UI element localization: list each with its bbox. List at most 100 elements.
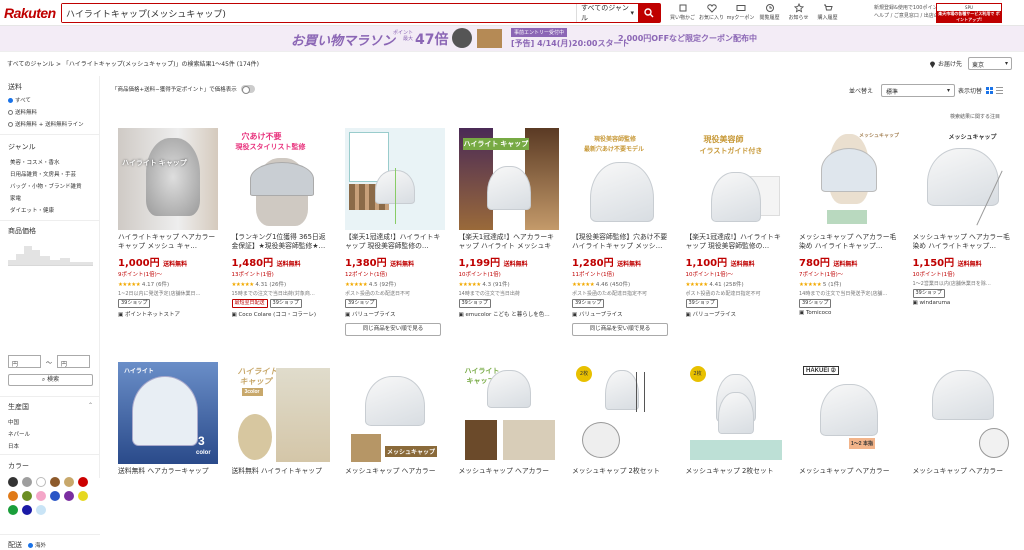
product-thumbnail[interactable]	[345, 128, 445, 230]
product-thumbnail[interactable]: 現役美容師監修 最新穴あけ不要モデル	[572, 128, 672, 230]
color-swatch[interactable]	[64, 491, 74, 501]
shipping-option-freeline[interactable]: 送料無料 + 送料無料ライン	[8, 120, 84, 128]
product-card[interactable]: メッシュキャップ ヘアカラー	[912, 362, 1013, 485]
color-swatch[interactable]	[8, 491, 18, 501]
product-title[interactable]: メッシュキャップ 2枚セット	[686, 467, 786, 485]
header-icon-favorite[interactable]: お気に入り	[697, 2, 726, 21]
color-swatch[interactable]	[50, 491, 60, 501]
product-title[interactable]: 【楽天1冠達成!】ハイライトキャップ 現役美容師監修の…	[345, 233, 445, 251]
product-card[interactable]: 現役美容師 イラストガイド付き【楽天1冠達成!】ハイライトキャップ 現役美容師監修…	[685, 128, 786, 318]
color-swatch[interactable]	[36, 491, 46, 501]
product-rating[interactable]: ★★★★★ 4.3 (91件)	[459, 280, 559, 288]
shop-name[interactable]: ▣ Tomicoco	[799, 310, 899, 316]
compare-price-button[interactable]: 同じ商品を安い順で見る	[572, 323, 668, 336]
delivery-location[interactable]: お届け先 東京 ▾	[929, 57, 1013, 70]
color-swatch[interactable]	[36, 477, 46, 487]
color-swatch[interactable]	[8, 477, 18, 487]
chevron-up-icon[interactable]: ⌃	[88, 402, 93, 409]
radio-checked[interactable]	[28, 542, 33, 548]
delivery-overseas[interactable]: 海外	[28, 541, 46, 549]
product-card[interactable]: ハイライト キャップ【楽天1冠達成!】ヘアカラーキャップ ハイライト メッシュキ…	[458, 128, 559, 318]
product-thumbnail[interactable]: ハイライト キャップ	[458, 128, 559, 230]
product-card[interactable]: メッシュキャップ メッシュキャップ ヘアカラー毛染め ハイライトキャップ… 1,15…	[912, 128, 1013, 306]
shop-name[interactable]: ▣ Coco Colare (ココ・コラーレ)	[232, 310, 332, 318]
header-icon-coupon[interactable]: myクーポン	[726, 2, 755, 21]
product-card[interactable]: ハイライト 3 color 送料無料 ヘアカラーキャップ	[118, 362, 218, 485]
product-thumbnail[interactable]: メッシュキャップ	[799, 128, 899, 230]
product-rating[interactable]: ★★★★★ 4.31 (26件)	[232, 280, 332, 288]
color-swatch[interactable]	[36, 505, 46, 515]
genre-link[interactable]: 日用品雑貨・文房具・手芸	[10, 170, 76, 178]
product-title[interactable]: 【楽天1冠達成!】ハイライトキャップ 現役美容師監修の…	[686, 233, 786, 251]
product-thumbnail[interactable]: メッシュキャップ	[912, 128, 1013, 230]
price-display-toggle[interactable]	[240, 85, 255, 94]
product-thumbnail[interactable]: 2枚	[572, 362, 672, 464]
origin-link[interactable]: 日本	[8, 442, 19, 450]
product-rating[interactable]: ★★★★★ 5 (1件)	[799, 280, 899, 288]
color-swatch[interactable]	[22, 477, 32, 487]
header-icon-purchase[interactable]: 買い物かご	[668, 2, 697, 21]
product-title[interactable]: 送料無料 ヘアカラーキャップ	[118, 467, 218, 485]
price-search-button[interactable]: ⌕ 検索	[8, 374, 93, 386]
product-thumbnail[interactable]	[912, 362, 1013, 464]
genre-link[interactable]: 美容・コスメ・香水	[10, 158, 60, 166]
color-swatch[interactable]	[22, 491, 32, 501]
product-card[interactable]: 現役美容師監修 最新穴あけ不要モデル【現役美容師監修】穴あけ不要 ハイライトキャッ…	[572, 128, 672, 336]
delivery-select[interactable]: 東京 ▾	[968, 57, 1013, 70]
product-title[interactable]: メッシュキャップ ヘアカラー	[913, 467, 1013, 485]
header-icon-cart[interactable]: 購入履歴	[813, 2, 842, 21]
product-rating[interactable]: ★★★★★ 4.41 (258件)	[686, 280, 786, 288]
origin-link[interactable]: 中国	[8, 418, 19, 426]
rakuten-logo[interactable]: Rakuten	[4, 5, 56, 21]
origin-link[interactable]: ネパール	[8, 430, 30, 438]
shop-name[interactable]: ▣ ポイントネットストア	[118, 310, 218, 318]
color-swatch[interactable]	[78, 491, 88, 501]
product-title[interactable]: 【楽天1冠達成!】ヘアカラーキャップ ハイライト メッシュキャ…	[459, 233, 559, 251]
product-title[interactable]: 【現役美容師監修】穴あけ不要 ハイライトキャップ メッシ…	[572, 233, 672, 251]
product-thumbnail[interactable]: 穴あけ不要 現役スタイリスト監修	[231, 128, 332, 230]
product-card[interactable]: メッシュキャップ メッシュキャップ ヘアカラー毛染め ハイライトキャップ… 780円…	[799, 128, 899, 316]
product-card[interactable]: 穴あけ不要 現役スタイリスト監修【ランキング1位獲得 365日返金保証】★現役美容…	[231, 128, 332, 318]
color-swatch[interactable]	[22, 505, 32, 515]
radio[interactable]	[8, 109, 13, 115]
radio[interactable]	[8, 121, 13, 127]
product-card[interactable]: メッシュキャップ メッシュキャップ ヘアカラー	[345, 362, 445, 485]
product-card[interactable]: 2枚メッシュキャップ 2枚セット	[685, 362, 786, 485]
shipping-option-all[interactable]: すべて	[8, 96, 31, 104]
search-button[interactable]	[638, 4, 660, 22]
product-title[interactable]: ハイライトキャップ ヘアカラーキャップ メッシュ キャ…	[118, 233, 218, 251]
product-card[interactable]: HAKUEI ② 1〜2 本指 メッシュキャップ ヘアカラー	[799, 362, 899, 485]
search-input[interactable]	[62, 4, 576, 22]
product-card[interactable]: 2枚メッシュキャップ 2枚セット	[572, 362, 672, 485]
header-icon-notify[interactable]: お知らせ	[784, 2, 813, 21]
feedback-link[interactable]: 検索結果に関する注目	[950, 113, 1000, 120]
product-thumbnail[interactable]: 現役美容師 イラストガイド付き	[685, 128, 786, 230]
product-title[interactable]: 【ランキング1位獲得 365日返金保証】★現役美容師監修★…	[232, 233, 332, 251]
color-swatch[interactable]	[78, 477, 88, 487]
product-title[interactable]: メッシュキャップ ヘアカラー	[799, 467, 899, 485]
shop-name[interactable]: ▣ emucolor こども と暮らしを色…	[459, 310, 559, 318]
product-thumbnail[interactable]: メッシュキャップ	[345, 362, 445, 464]
shop-name[interactable]: ▣ バリュープライス	[686, 310, 786, 318]
product-title[interactable]: メッシュキャップ 2枚セット	[572, 467, 672, 485]
genre-link[interactable]: バッグ・小物・ブランド雑貨	[10, 182, 82, 190]
product-rating[interactable]: ★★★★★ 4.46 (450件)	[572, 280, 672, 288]
price-max-input[interactable]: 円	[57, 355, 90, 368]
price-min-input[interactable]: 円	[8, 355, 41, 368]
genre-select[interactable]: すべてのジャンル ▾	[576, 4, 638, 22]
shop-name[interactable]: ▣ バリュープライス	[345, 310, 445, 318]
shop-name[interactable]: ▣ バリュープライス	[572, 310, 672, 318]
shipping-option-free[interactable]: 送料無料	[8, 108, 37, 116]
grid-view-icon[interactable]	[986, 87, 994, 94]
product-thumbnail[interactable]: ハイライト キャップ 3color	[231, 362, 332, 464]
shop-name[interactable]: ▣ windaruma	[913, 300, 1013, 306]
campaign-banner[interactable]: お買い物マラソン ポイント 最大 47倍 事前エントリー受付中 [予告] 4/14…	[0, 26, 1024, 52]
header-icon-history[interactable]: 閲覧履歴	[755, 2, 784, 21]
product-card[interactable]: 【楽天1冠達成!】ハイライトキャップ 現役美容師監修の… 1,380円 送料無料 1…	[345, 128, 445, 336]
sort-select[interactable]: 標準 ▾	[881, 84, 956, 97]
radio-checked[interactable]	[8, 97, 13, 103]
product-rating[interactable]: ★★★★★ 4.5 (92件)	[345, 280, 445, 288]
product-title[interactable]: メッシュキャップ ヘアカラー	[459, 467, 559, 485]
product-thumbnail[interactable]: 2枚	[685, 362, 786, 464]
product-card[interactable]: ハイライト キャップ ハイライトキャップ ヘアカラーキャップ メッシュ キャ… 1,…	[118, 128, 218, 318]
